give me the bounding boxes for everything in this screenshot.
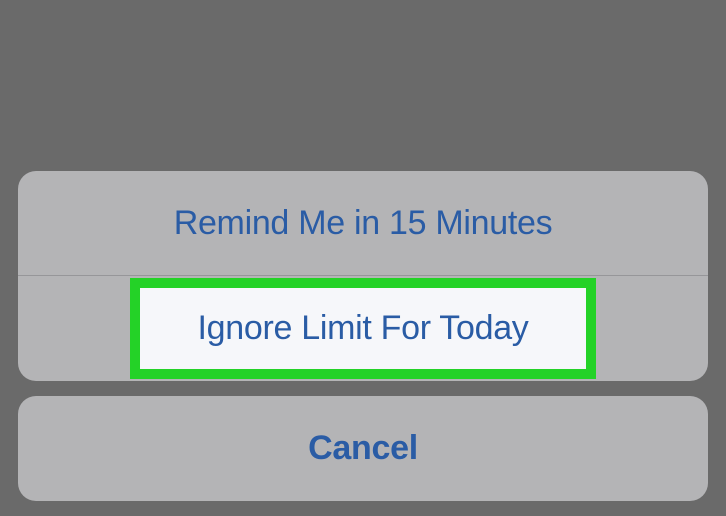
highlight-annotation: Ignore Limit For Today bbox=[130, 278, 596, 379]
cancel-label: Cancel bbox=[308, 429, 418, 468]
remind-me-label: Remind Me in 15 Minutes bbox=[174, 204, 553, 243]
action-sheet-options: Remind Me in 15 Minutes Ignore Limit For… bbox=[18, 171, 708, 381]
ignore-limit-label: Ignore Limit For Today bbox=[197, 309, 528, 348]
action-sheet: Remind Me in 15 Minutes Ignore Limit For… bbox=[18, 171, 708, 501]
action-sheet-cancel-group: Cancel bbox=[18, 396, 708, 501]
ignore-limit-option[interactable]: Ignore Limit For Today bbox=[18, 276, 708, 381]
remind-me-option[interactable]: Remind Me in 15 Minutes bbox=[18, 171, 708, 276]
cancel-button[interactable]: Cancel bbox=[18, 396, 708, 501]
